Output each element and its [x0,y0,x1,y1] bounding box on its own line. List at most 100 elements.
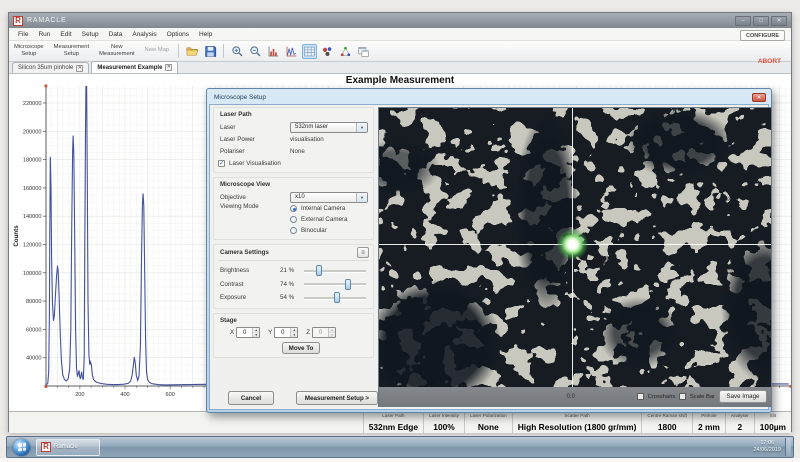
exposure-slider-track[interactable] [304,292,366,304]
status-cell-label: Centre Raman shift [647,413,687,418]
microscope-camera-image[interactable] [379,108,771,387]
tab-silicon-35um-pinhole[interactable]: Silicon 35um pinhole✕ [12,62,89,73]
menu-analysis[interactable]: Analysis [127,31,161,38]
brightness-slider-track[interactable] [304,265,366,277]
close-button[interactable]: ✕ [771,16,787,26]
open-folder-icon[interactable] [185,44,200,59]
stage-z-input[interactable]: 0▲▼ [312,327,336,338]
status-cell-scatter-path: Scatter Path High Resolution (1800 gr/mm) [512,412,642,433]
laser-spot [557,229,588,260]
spinner-arrows-icon[interactable]: ▲▼ [252,328,259,337]
chart-spectrum-icon[interactable] [284,44,299,59]
chevron-down-icon: ▼ [356,193,367,202]
exposure-value: 54 % [280,294,304,301]
chart-histogram-icon[interactable] [266,44,281,59]
radio-button-icon[interactable] [290,216,297,223]
tab-close-icon[interactable]: ✕ [76,65,83,72]
status-cell-laser-intensity: Laser Intensity100% [423,412,464,433]
stage-axis-z-label: Z [306,329,310,336]
taskbar-app-button[interactable]: R Ramacle [36,439,100,456]
microscope-view-group: Microscope View Objective x10 ▼ Viewing … [213,177,374,240]
stage-group: Stage X0▲▼Y0▲▼Z0▲▼ Move To [213,313,374,358]
spin-down-icon[interactable]: ▼ [291,333,297,338]
objective-dropdown-value: x10 [291,194,356,200]
export-window-icon[interactable] [356,44,371,59]
configure-button[interactable]: CONFIGURE [740,30,785,41]
dialog-close-icon[interactable]: ✕ [752,93,766,102]
menu-edit[interactable]: Edit [55,31,76,38]
objective-dropdown[interactable]: x10 ▼ [290,192,368,203]
contrast-value: 74 % [280,281,304,288]
measurement-setup-button[interactable]: Measurement Setup > [296,391,378,405]
scatter-plot-icon[interactable] [320,44,335,59]
spinner-arrows-icon[interactable]: ▲▼ [328,328,335,337]
tab-close-icon[interactable]: ✕ [165,64,172,71]
maximize-button[interactable]: □ [753,16,769,26]
spin-down-icon[interactable]: ▼ [329,333,335,338]
radio-button-icon[interactable] [290,205,297,212]
data-grid-icon[interactable] [302,44,317,59]
save-image-button[interactable]: Save Image [719,390,767,403]
stage-y-input[interactable]: 0▲▼ [274,327,298,338]
svg-text:180000: 180000 [23,158,42,164]
svg-text:200000: 200000 [23,129,42,135]
save-icon[interactable] [203,44,218,59]
stage-heading: Stage [220,317,369,324]
spinner-arrows-icon[interactable]: ▲▼ [290,328,297,337]
cancel-button[interactable]: Cancel [228,391,274,405]
abort-button[interactable]: ABORT [758,58,781,65]
menu-setup[interactable]: Setup [77,31,104,38]
menu-help[interactable]: Help [194,31,217,38]
camera-settings-expand-button[interactable]: ≡ [357,247,369,258]
menu-run[interactable]: Run [33,31,55,38]
svg-text:220000: 220000 [23,101,42,107]
laser-dropdown[interactable]: 532nm laser ▼ [290,122,368,133]
radio-button-icon[interactable] [290,227,297,234]
menu-options[interactable]: Options [162,31,194,38]
spin-down-icon[interactable]: ▼ [253,333,259,338]
map-points-icon[interactable] [338,44,353,59]
viewing-mode-option[interactable]: Internal Camera [290,203,347,214]
polariser-value: None [290,148,305,155]
start-button[interactable] [13,439,30,456]
move-to-button[interactable]: Move To [282,342,320,354]
dialog-title-bar[interactable]: Microscope Setup ✕ [209,91,769,104]
show-desktop-button[interactable] [785,438,791,456]
windows-logo-icon [18,443,26,452]
contrast-slider-track[interactable] [304,278,366,290]
scale-bar-checkbox[interactable] [679,393,686,400]
exposure-slider-thumb[interactable] [334,292,340,303]
status-cell-label: Laser Intensity [429,413,459,418]
brightness-slider-thumb[interactable] [316,265,322,276]
viewing-mode-option[interactable]: External Camera [290,214,347,225]
contrast-slider-row: Contrast74 % [218,278,369,292]
crosshairs-checkbox[interactable] [637,393,644,400]
status-cell-value: High Resolution (1800 gr/mm) [518,422,637,433]
laser-visualisation-checkbox[interactable]: ✓ [218,160,225,167]
brightness-label: Brightness [218,267,280,274]
taskbar-clock[interactable]: 17:06 24/06/2019 [753,440,785,455]
status-cell-value: 532nm Edge [369,422,418,433]
microscope-setup-command[interactable]: MicroscopeSetup [9,44,49,58]
stage-x-input[interactable]: 0▲▼ [236,327,260,338]
status-cell-value: 100µm [760,422,786,433]
new-measurement-command[interactable]: NewMeasurement [94,44,139,58]
viewing-mode-option[interactable]: Binocular [290,225,347,236]
svg-text:120000: 120000 [23,242,42,248]
menu-data[interactable]: Data [104,31,128,38]
dialog-title: Microscope Setup [214,94,266,101]
status-cell-label: Scatter Path [518,413,637,418]
minimize-button[interactable]: – [735,16,751,26]
laser-power-value: visualisation [290,136,324,143]
zoom-out-icon[interactable] [248,44,263,59]
toolbar-divider [223,44,224,58]
new-map-command[interactable]: New Map [140,47,174,54]
tab-measurement-example[interactable]: Measurement Example✕ [91,61,178,73]
contrast-slider-thumb[interactable] [345,279,351,290]
zoom-in-icon[interactable] [230,44,245,59]
status-cell-label: Slit [760,413,786,418]
measurement-setup-command[interactable]: MeasurementSetup [49,44,94,58]
menu-file[interactable]: File [13,31,33,38]
toolbar-divider [178,44,179,58]
camera-settings-heading: Camera Settings [220,249,269,256]
